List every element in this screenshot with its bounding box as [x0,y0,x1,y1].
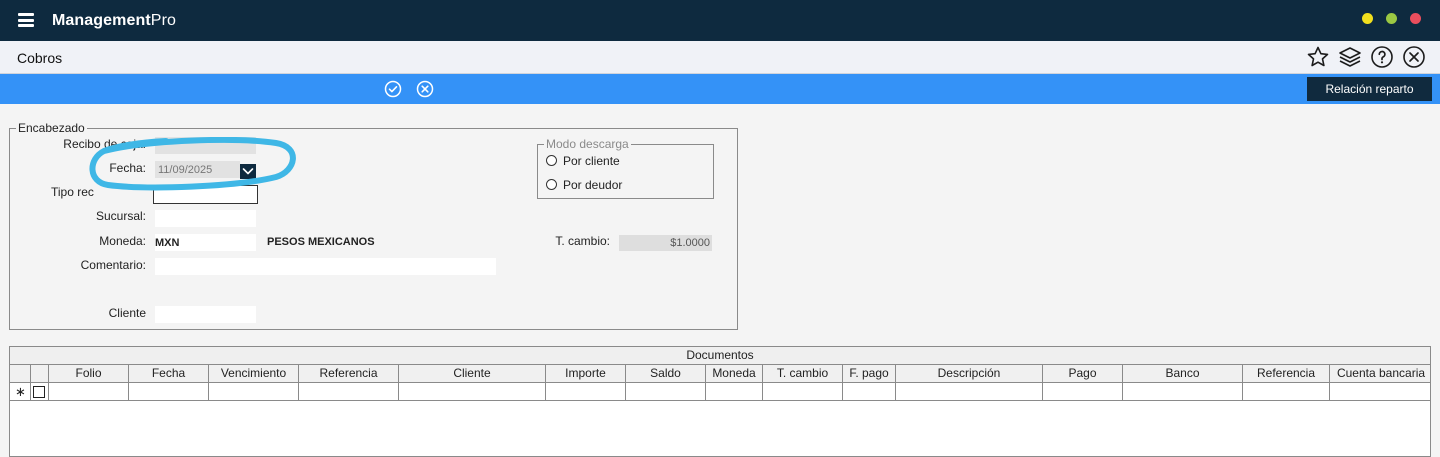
col-folio[interactable]: Folio [49,365,129,383]
maximize-dot[interactable] [1386,13,1397,24]
banco-cell[interactable] [1123,383,1243,401]
fecha-label: Fecha: [109,161,146,175]
moneda-name: PESOS MEXICANOS [267,236,375,248]
importe-cell[interactable] [546,383,626,401]
col-cuenta-bancaria[interactable]: Cuenta bancaria [1330,365,1430,383]
moneda-label: Moneda: [99,234,146,248]
moneda-field[interactable] [155,234,256,251]
por-deudor-radio[interactable] [546,179,557,190]
fecha-cell[interactable] [129,383,209,401]
fecha-field[interactable] [155,161,240,178]
date-dropdown-button[interactable] [240,164,256,179]
layers-icon[interactable] [1338,45,1362,69]
cliente-label: Cliente [108,306,146,320]
new-row-marker: ∗ [15,384,26,399]
help-icon[interactable] [1370,45,1394,69]
comentario-label: Comentario: [80,258,146,272]
tipo-field[interactable] [153,185,258,204]
col-rowmarker [10,365,31,383]
por-cliente-radio[interactable] [546,155,557,166]
vencimiento-cell[interactable] [209,383,299,401]
documentos-title: Documentos [10,347,1430,365]
modo-descarga-title: Modo descarga [544,137,631,151]
minimize-dot[interactable] [1362,13,1373,24]
col-descripcion[interactable]: Descripción [896,365,1043,383]
x-circle-icon[interactable] [416,80,434,98]
col-referencia[interactable]: Referencia [299,365,399,383]
module-header: Cobros [0,41,1440,74]
col-cliente[interactable]: Cliente [399,365,546,383]
fpago-cell[interactable] [843,383,896,401]
close-circle-icon[interactable] [1402,45,1426,69]
referencia-2-cell[interactable] [1243,383,1330,401]
app-brand: ManagementPro [52,12,176,29]
pago-cell[interactable] [1043,383,1123,401]
recibo-field[interactable] [155,137,256,154]
descripcion-cell[interactable] [896,383,1043,401]
title-bar: ManagementPro [0,0,1440,41]
check-circle-icon[interactable] [384,80,402,98]
por-cliente-label: Por cliente [563,154,620,168]
folio-cell[interactable] [49,383,129,401]
cliente-cell[interactable] [399,383,546,401]
col-banco[interactable]: Banco [1123,365,1243,383]
module-title: Cobros [17,50,63,66]
comentario-field[interactable] [155,258,496,275]
referencia-cell[interactable] [299,383,399,401]
encabezado-title: Encabezado [16,121,87,135]
col-referencia-2[interactable]: Referencia [1243,365,1330,383]
cuenta-bancaria-cell[interactable] [1330,383,1430,401]
tcambio-value: $1.0000 [619,235,712,251]
col-fecha[interactable]: Fecha [129,365,209,383]
por-deudor-label: Por deudor [563,178,623,192]
col-pago[interactable]: Pago [1043,365,1123,383]
documentos-header-row: Folio Fecha Vencimiento Referencia Clien… [10,365,1430,383]
recibo-label: Recibo de caja: [63,137,146,151]
sucursal-field[interactable] [155,210,256,227]
col-saldo[interactable]: Saldo [626,365,706,383]
row-marker-cell: ∗ [10,383,31,401]
action-bar: Relación reparto [0,74,1440,104]
col-tcambio[interactable]: T. cambio [763,365,843,383]
moneda-cell[interactable] [706,383,763,401]
col-fpago[interactable]: F. pago [843,365,896,383]
col-vencimiento[interactable]: Vencimiento [209,365,299,383]
col-moneda[interactable]: Moneda [706,365,763,383]
cliente-field[interactable] [155,306,256,323]
relacion-reparto-button[interactable]: Relación reparto [1307,77,1432,101]
star-icon[interactable] [1306,45,1330,69]
col-select [31,365,49,383]
table-row[interactable]: ∗ [10,383,1430,401]
tipo-label: Tipo rec [51,185,94,199]
documentos-grid: Documentos Folio Fecha Vencimiento Refer… [9,346,1431,457]
saldo-cell[interactable] [626,383,706,401]
close-dot[interactable] [1410,13,1421,24]
menu-icon[interactable] [18,13,34,27]
row-checkbox[interactable] [33,386,45,398]
tcambio-label: T. cambio: [555,234,610,248]
col-importe[interactable]: Importe [546,365,626,383]
sucursal-label: Sucursal: [95,209,146,223]
tcambio-cell[interactable] [763,383,843,401]
